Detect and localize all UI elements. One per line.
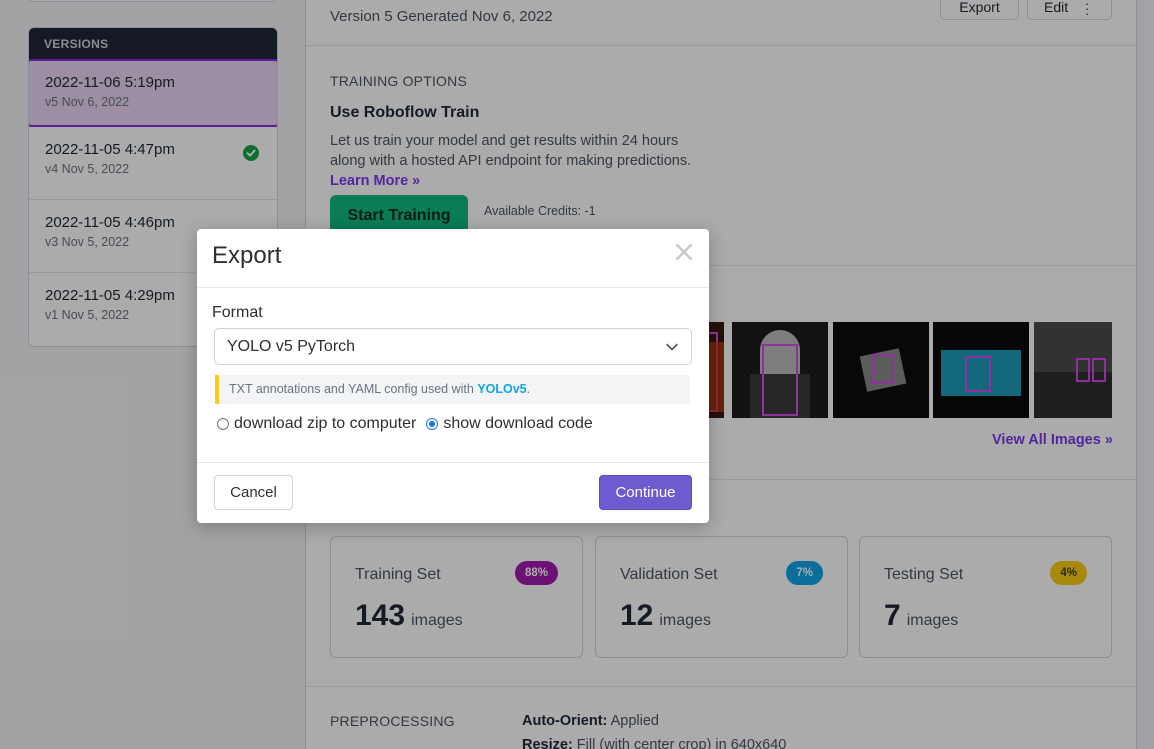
cancel-button-label: Cancel — [230, 484, 277, 501]
modal-divider — [197, 462, 709, 463]
show-code-label[interactable]: show download code — [443, 415, 592, 433]
hint-text: TXT annotations and YAML config used wit… — [229, 382, 478, 396]
modal-title: Export — [212, 242, 282, 269]
format-select[interactable]: YOLO v5 PyTorch — [214, 328, 692, 365]
download-zip-radio[interactable] — [217, 418, 229, 430]
download-zip-label[interactable]: download zip to computer — [234, 415, 416, 433]
modal-divider — [197, 287, 709, 288]
yolov5-link[interactable]: YOLOv5 — [477, 382, 526, 396]
continue-button[interactable]: Continue — [599, 475, 692, 510]
format-select-value: YOLO v5 PyTorch — [227, 338, 356, 355]
chevron-down-icon — [665, 340, 679, 354]
show-code-radio[interactable] — [426, 418, 439, 430]
hint-end: . — [526, 382, 531, 396]
format-label: Format — [212, 304, 263, 321]
export-modal: Export Format YOLO v5 PyTorch TXT annota… — [197, 229, 709, 523]
continue-button-label: Continue — [615, 484, 676, 501]
close-icon[interactable] — [673, 241, 695, 263]
cancel-button[interactable]: Cancel — [214, 475, 293, 510]
format-hint: TXT annotations and YAML config used wit… — [215, 375, 690, 404]
download-options: download zip to computer show download c… — [217, 415, 603, 433]
